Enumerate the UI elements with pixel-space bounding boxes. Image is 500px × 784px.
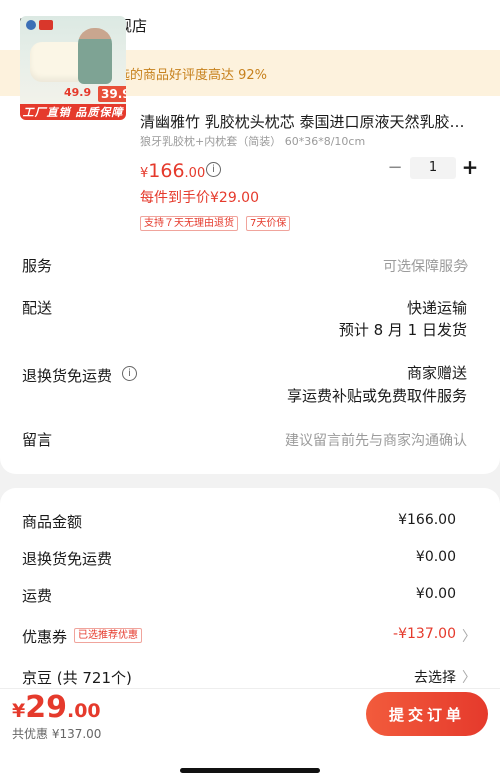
product-image[interactable]: 49.9 39.9 工厂直销 品质保障 — [20, 16, 126, 120]
price-integer: 166 — [148, 160, 185, 182]
message-label: 留言 — [22, 431, 53, 449]
return-detail: 享运费补贴或免费取件服务 — [286, 387, 467, 405]
goods-amount-label: 商品金额 — [22, 513, 83, 531]
price-decimal: .00 — [184, 166, 206, 181]
total-decimal: .00 — [66, 700, 101, 722]
coupon-label: 优惠券 — [22, 628, 68, 646]
price-protect-tag: 7天价保 — [246, 216, 291, 231]
image-price-new: 39.9 — [98, 86, 126, 102]
brand-badge-icon — [39, 20, 53, 30]
delivery-date: 预计 8 月 1 日发货 — [338, 321, 467, 339]
goods-amount-value: ¥166.00 — [398, 512, 456, 528]
return-value: 商家赠送 — [406, 364, 467, 382]
shipping-label: 运费 — [22, 587, 53, 605]
info-icon[interactable]: i — [206, 162, 221, 177]
total-savings: 共优惠 ¥137.00 — [12, 727, 102, 741]
total-price: ¥29.00 — [12, 690, 101, 725]
brand-logo-icon — [26, 20, 36, 30]
coupon-value[interactable]: -¥137.00 — [393, 626, 456, 642]
home-indicator[interactable] — [180, 768, 320, 773]
quantity-input[interactable]: 1 — [410, 157, 456, 179]
delivery-label: 配送 — [22, 299, 53, 317]
service-label: 服务 — [22, 257, 53, 275]
return-shipping-label: 退换货免运费 — [22, 550, 113, 568]
unit-price: 每件到手价¥29.00 — [140, 190, 259, 206]
total-currency: ¥ — [12, 700, 26, 722]
jingdou-label: 京豆 (共 721个) — [22, 669, 132, 687]
quantity-decrease-button[interactable]: − — [387, 158, 403, 178]
message-input[interactable]: 建议留言前先与商家沟通确认 — [285, 430, 467, 450]
image-price-old: 49.9 — [64, 86, 92, 99]
chevron-right-icon[interactable]: 〉 — [462, 256, 476, 276]
shipping-value: ¥0.00 — [415, 586, 456, 602]
image-banner: 工厂直销 品质保障 — [20, 104, 126, 120]
return-policy-tag: 支持７天无理由退货 — [140, 216, 238, 231]
jingdou-select[interactable]: 去选择 — [414, 667, 456, 687]
total-integer: 29 — [25, 690, 67, 725]
chevron-right-icon[interactable]: 〉 — [462, 626, 476, 646]
product-price: ¥166.00 — [140, 160, 205, 182]
chevron-right-icon[interactable]: 〉 — [462, 667, 476, 687]
product-title[interactable]: 清幽雅竹 乳胶枕头枕芯 泰国进口原液天然乳胶… — [140, 111, 480, 132]
service-value[interactable]: 可选保障服务 — [383, 256, 467, 276]
delivery-method[interactable]: 快递运输 — [407, 297, 467, 318]
person-graphic — [78, 28, 112, 84]
return-label: 退换货免运费 — [22, 367, 113, 385]
order-item-card — [0, 96, 500, 474]
return-info-icon[interactable]: i — [122, 366, 137, 381]
coupon-badge: 已选推荐优惠 — [74, 628, 142, 643]
submit-order-button[interactable]: 提交订单 — [366, 692, 488, 736]
quantity-increase-button[interactable]: + — [461, 156, 479, 178]
product-spec[interactable]: 狼牙乳胶枕+内枕套（简装） 60*36*8/10cm — [140, 133, 365, 149]
return-shipping-value: ¥0.00 — [415, 549, 456, 565]
